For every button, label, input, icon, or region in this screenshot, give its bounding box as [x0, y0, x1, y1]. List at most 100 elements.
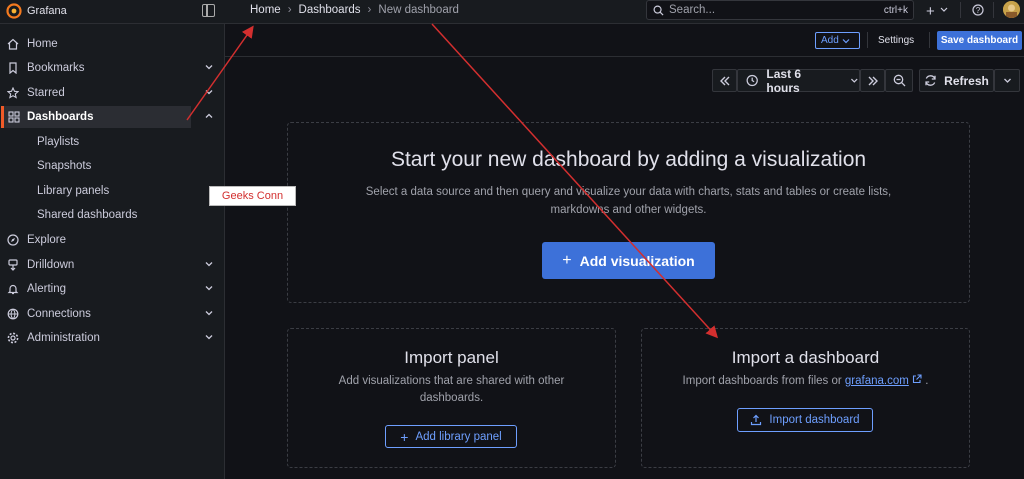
chevron-down-icon[interactable]: [204, 87, 214, 97]
sidebar: Home Bookmarks Starred Dashboards Playli…: [0, 24, 225, 479]
chevron-down-icon: [842, 38, 850, 43]
import-dashboard-button[interactable]: Import dashboard: [737, 408, 873, 432]
chevron-up-icon[interactable]: [204, 111, 214, 121]
search-icon: [653, 5, 664, 16]
add-visualization-button[interactable]: + Add visualization: [542, 242, 715, 279]
chevron-down-icon[interactable]: [204, 332, 214, 342]
add-library-panel-label: Add library panel: [415, 430, 502, 443]
chevron-down-icon[interactable]: [204, 259, 214, 269]
grafana-com-link[interactable]: grafana.com: [845, 375, 909, 387]
drilldown-icon: [8, 259, 18, 271]
zoom-out-button[interactable]: [885, 69, 913, 92]
sync-icon: [925, 75, 936, 86]
chevron-down-icon[interactable]: [204, 283, 214, 293]
import-dashboard-card: Import a dashboard Import dashboards fro…: [641, 328, 970, 468]
plus-icon: +: [562, 251, 572, 269]
bell-icon: [7, 284, 19, 295]
chevron-down-icon[interactable]: [204, 62, 214, 72]
breadcrumb-home[interactable]: Home: [250, 4, 281, 16]
sidebar-item-administration[interactable]: Administration: [0, 327, 225, 349]
save-dashboard-button[interactable]: Save dashboard: [937, 31, 1022, 50]
add-visualization-label: Add visualization: [579, 252, 695, 269]
add-library-panel-button[interactable]: + Add library panel: [385, 425, 517, 448]
sidebar-subitem-playlists[interactable]: Playlists: [37, 136, 79, 148]
sidebar-item-label: Bookmarks: [27, 62, 85, 74]
breadcrumb-current: New dashboard: [378, 4, 459, 16]
cog-icon: [7, 332, 19, 344]
brand: Grafana: [0, 0, 225, 24]
sidebar-item-label: Connections: [27, 308, 91, 320]
zoom-out-icon: [893, 74, 905, 87]
refresh-button[interactable]: Refresh: [919, 69, 994, 92]
time-range-label: Last 6 hours: [766, 66, 802, 95]
grafana-logo-icon[interactable]: [6, 3, 22, 19]
import-panel-title: Import panel: [404, 348, 499, 367]
external-link-icon[interactable]: [912, 374, 922, 384]
chevron-down-icon: [851, 78, 859, 83]
import-dashboard-text: Import dashboards from files or grafana.…: [642, 373, 969, 390]
annotation-label: Geeks Conn: [209, 186, 296, 206]
apps-icon: [8, 111, 20, 123]
import-panel-text: Add visualizations that are shared with …: [338, 375, 565, 387]
divider: [867, 32, 868, 48]
time-shift-back-button[interactable]: [712, 69, 737, 92]
sidebar-item-home[interactable]: Home: [0, 33, 225, 55]
breadcrumb-separator: ›: [287, 4, 292, 16]
chevron-down-icon: [1003, 78, 1011, 83]
sidebar-item-label: Dashboards: [27, 111, 94, 123]
sidebar-item-label: Alerting: [27, 283, 66, 295]
dock-menu-icon[interactable]: [202, 4, 215, 17]
sidebar-item-explore[interactable]: Explore: [0, 229, 225, 251]
sidebar-item-label: Administration: [27, 332, 100, 344]
new-button[interactable]: +: [926, 3, 935, 20]
add-button-label: Add: [821, 35, 839, 46]
sidebar-subitem-shared-dashboards[interactable]: Shared dashboards: [37, 209, 137, 221]
chevron-down-icon[interactable]: [940, 6, 948, 14]
sidebar-item-label: Drilldown: [27, 259, 75, 271]
search-shortcut: ctrl+k: [883, 5, 908, 16]
breadcrumb-dashboards[interactable]: Dashboards: [299, 4, 361, 16]
sidebar-item-bookmarks[interactable]: Bookmarks: [0, 57, 225, 79]
breadcrumb-separator: ›: [367, 4, 372, 16]
import-dashboard-description: Import dashboards from files or: [682, 375, 842, 387]
app-name: Grafana: [27, 5, 67, 17]
divider: [929, 32, 930, 48]
home-icon: [7, 38, 19, 50]
upload-icon: [751, 414, 762, 426]
sidebar-item-alerting[interactable]: Alerting: [0, 278, 225, 300]
help-icon[interactable]: ?: [972, 4, 984, 16]
chevron-down-icon[interactable]: [204, 308, 214, 318]
sidebar-item-label: Starred: [27, 87, 65, 99]
star-icon: [7, 87, 19, 99]
sidebar-item-dashboards[interactable]: Dashboards: [1, 106, 191, 128]
angle-double-left-icon: [719, 76, 729, 85]
time-range-picker[interactable]: Last 6 hours: [737, 66, 860, 95]
avatar[interactable]: [1003, 1, 1020, 18]
sidebar-item-label: Home: [27, 38, 58, 50]
angle-double-right-icon: [868, 76, 878, 85]
hero-text: markdowns and other widgets.: [550, 204, 707, 216]
plus-icon: +: [400, 428, 409, 445]
compass-icon: [7, 234, 19, 246]
divider: [993, 2, 994, 18]
hero-title: Start your new dashboard by adding a vis…: [390, 148, 867, 171]
search-input[interactable]: Search... ctrl+k: [646, 0, 914, 20]
sidebar-item-starred[interactable]: Starred: [0, 82, 225, 104]
add-button[interactable]: Add: [815, 32, 860, 49]
import-dashboard-label: Import dashboard: [769, 414, 860, 426]
import-dashboard-title: Import a dashboard: [731, 348, 880, 367]
refresh-interval-picker[interactable]: [994, 69, 1020, 92]
hero-text: Select a data source and then query and …: [365, 186, 892, 198]
sidebar-item-label: Explore: [27, 234, 66, 246]
import-panel-text: dashboards.: [419, 392, 484, 404]
divider: [960, 2, 961, 18]
svg-text:?: ?: [976, 6, 981, 15]
sidebar-item-drilldown[interactable]: Drilldown: [0, 254, 225, 276]
sidebar-subitem-snapshots[interactable]: Snapshots: [37, 160, 91, 172]
sidebar-item-connections[interactable]: Connections: [0, 303, 225, 325]
breadcrumb: Home › Dashboards › New dashboard: [250, 4, 459, 16]
time-shift-forward-button[interactable]: [860, 69, 885, 92]
connections-icon: [7, 308, 19, 320]
sidebar-subitem-library-panels[interactable]: Library panels: [37, 185, 109, 197]
settings-button[interactable]: Settings: [878, 35, 914, 46]
